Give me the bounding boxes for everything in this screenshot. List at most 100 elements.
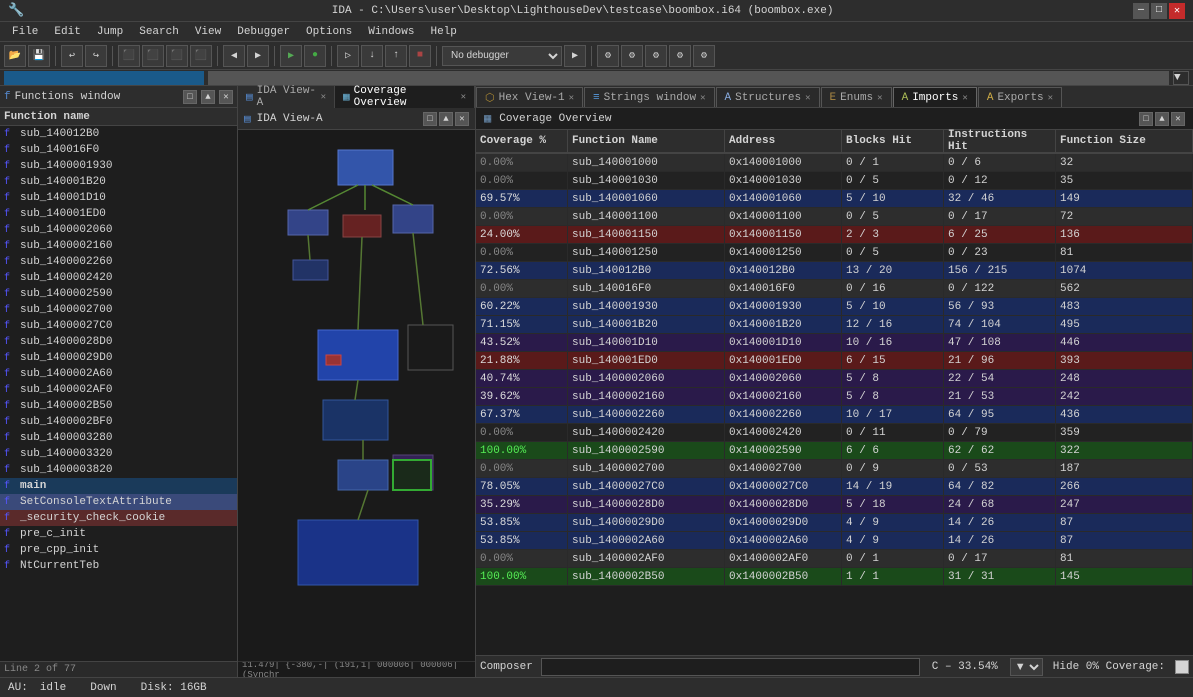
table-row[interactable]: 100.00%sub_1400002B500x1400002B501 / 131… (476, 568, 1193, 586)
tb-extra5[interactable]: ⚙ (693, 45, 715, 67)
table-row[interactable]: 53.85%sub_1400002A600x1400002A604 / 914 … (476, 532, 1193, 550)
cov-snap-btn[interactable]: □ (1139, 112, 1153, 126)
table-row[interactable]: 53.85%sub_14000029D00x14000029D04 / 914 … (476, 514, 1193, 532)
table-row[interactable]: 39.62%sub_14000021600x1400021605 / 821 /… (476, 388, 1193, 406)
func-sub_1400003820[interactable]: fsub_1400003820 (0, 462, 237, 478)
maximize-button[interactable]: □ (1151, 3, 1167, 19)
func-NtCurrentTeb[interactable]: fNtCurrentTeb (0, 558, 237, 574)
tb-fwd[interactable]: ▶ (247, 45, 269, 67)
func-sub_14000029D0[interactable]: fsub_14000029D0 (0, 350, 237, 366)
table-row[interactable]: 0.00%sub_1400010000x1400010000 / 10 / 63… (476, 154, 1193, 172)
table-row[interactable]: 0.00%sub_1400011000x1400011000 / 50 / 17… (476, 208, 1193, 226)
enums-close[interactable]: ✕ (877, 93, 882, 103)
structures-close[interactable]: ✕ (805, 93, 810, 103)
ida-snap-btn[interactable]: □ (423, 112, 437, 126)
func-sub_140001ED0[interactable]: fsub_140001ED0 (0, 206, 237, 222)
cov-close-btn[interactable]: ✕ (1171, 112, 1185, 126)
func-sub_1400003320[interactable]: fsub_1400003320 (0, 446, 237, 462)
tb-b4[interactable]: ⬛ (190, 45, 212, 67)
tab-hex-view-1[interactable]: ⬡ Hex View-1 ✕ (476, 87, 583, 107)
coverage-close[interactable]: ✕ (461, 92, 466, 102)
menu-options[interactable]: Options (298, 22, 360, 42)
strings-close[interactable]: ✕ (700, 93, 705, 103)
tb-b3[interactable]: ⬛ (166, 45, 188, 67)
tb-step-over[interactable]: ▷ (337, 45, 359, 67)
func-sub_140001D10[interactable]: fsub_140001D10 (0, 190, 237, 206)
table-row[interactable]: 0.00%sub_1400012500x1400012500 / 50 / 23… (476, 244, 1193, 262)
table-row[interactable]: 71.15%sub_140001B200x140001B2012 / 1674 … (476, 316, 1193, 334)
table-row[interactable]: 0.00%sub_1400002AF00x1400002AF00 / 10 / … (476, 550, 1193, 568)
ida-view-close[interactable]: ✕ (321, 92, 326, 102)
functions-panel-max[interactable]: ▲ (201, 90, 215, 104)
func-sub_14000028D0[interactable]: fsub_14000028D0 (0, 334, 237, 350)
tab-structures[interactable]: A Structures ✕ (716, 87, 820, 107)
table-row[interactable]: 24.00%sub_1400011500x1400011502 / 36 / 2… (476, 226, 1193, 244)
tab-strings-window[interactable]: ≡ Strings window ✕ (584, 87, 714, 107)
imports-close[interactable]: ✕ (962, 93, 967, 103)
tb-extra1[interactable]: ⚙ (597, 45, 619, 67)
tb-b1[interactable]: ⬛ (118, 45, 140, 67)
table-row[interactable]: 72.56%sub_140012B00x140012B013 / 20156 /… (476, 262, 1193, 280)
nav-bar-end[interactable]: ▼ (1173, 71, 1189, 85)
func-sub_1400002B50[interactable]: fsub_1400002B50 (0, 398, 237, 414)
composer-input[interactable] (541, 658, 920, 676)
func-sub_1400002BF0[interactable]: fsub_1400002BF0 (0, 414, 237, 430)
functions-panel-close[interactable]: ✕ (219, 90, 233, 104)
func-sub_1400002260[interactable]: fsub_1400002260 (0, 254, 237, 270)
table-row[interactable]: 40.74%sub_14000020600x1400020605 / 822 /… (476, 370, 1193, 388)
tb-undo[interactable]: ↩ (61, 45, 83, 67)
tb-step-out[interactable]: ↑ (385, 45, 407, 67)
tab-enums[interactable]: E Enums ✕ (821, 87, 892, 107)
func-sub_140001B20[interactable]: fsub_140001B20 (0, 174, 237, 190)
table-row[interactable]: 0.00%sub_14000027000x1400027000 / 90 / 5… (476, 460, 1193, 478)
menu-jump[interactable]: Jump (89, 22, 131, 42)
ida-close-btn[interactable]: ✕ (455, 112, 469, 126)
coverage-dot[interactable] (1175, 660, 1189, 674)
close-button[interactable]: ✕ (1169, 3, 1185, 19)
menu-edit[interactable]: Edit (46, 22, 88, 42)
cov-max-btn[interactable]: ▲ (1155, 112, 1169, 126)
tb-extra3[interactable]: ⚙ (645, 45, 667, 67)
table-row[interactable]: 100.00%sub_14000025900x1400025906 / 662 … (476, 442, 1193, 460)
tab-exports[interactable]: A Exports ✕ (978, 87, 1062, 107)
tb-save[interactable]: 💾 (28, 45, 50, 67)
tb-dot[interactable]: ● (304, 45, 326, 67)
tb-redo[interactable]: ↪ (85, 45, 107, 67)
func-sub_140012B0[interactable]: fsub_140012B0 (0, 126, 237, 142)
func-security_check_cookie[interactable]: f_security_check_cookie (0, 510, 237, 526)
func-sub_1400002AF0[interactable]: fsub_1400002AF0 (0, 382, 237, 398)
func-sub_1400002700[interactable]: fsub_1400002700 (0, 302, 237, 318)
func-sub_1400003280[interactable]: fsub_1400003280 (0, 430, 237, 446)
debugger-selector[interactable]: No debugger (442, 46, 562, 66)
func-sub_1400001930[interactable]: fsub_1400001930 (0, 158, 237, 174)
tb-back[interactable]: ◀ (223, 45, 245, 67)
exports-close[interactable]: ✕ (1048, 93, 1053, 103)
menu-file[interactable]: File (4, 22, 46, 42)
func-sub_1400002590[interactable]: fsub_1400002590 (0, 286, 237, 302)
ida-graph-view[interactable] (238, 130, 475, 661)
tb-open[interactable]: 📂 (4, 45, 26, 67)
func-sub_1400002420[interactable]: fsub_1400002420 (0, 270, 237, 286)
tb-extra4[interactable]: ⚙ (669, 45, 691, 67)
table-row[interactable]: 69.57%sub_1400010600x1400010605 / 1032 /… (476, 190, 1193, 208)
coverage-selector[interactable]: ▼ (1010, 658, 1043, 676)
minimize-button[interactable]: — (1133, 3, 1149, 19)
table-row[interactable]: 67.37%sub_14000022600x14000226010 / 1764… (476, 406, 1193, 424)
tb-run[interactable]: ▶ (280, 45, 302, 67)
table-row[interactable]: 60.22%sub_1400019300x1400019305 / 1056 /… (476, 298, 1193, 316)
func-sub_14000027C0[interactable]: fsub_14000027C0 (0, 318, 237, 334)
functions-panel-snap[interactable]: □ (183, 90, 197, 104)
menu-windows[interactable]: Windows (360, 22, 422, 42)
hex-close[interactable]: ✕ (569, 93, 574, 103)
func-pre_c_init[interactable]: fpre_c_init (0, 526, 237, 542)
menu-help[interactable]: Help (422, 22, 464, 42)
tb-stop[interactable]: ■ (409, 45, 431, 67)
menu-view[interactable]: View (187, 22, 229, 42)
table-row[interactable]: 0.00%sub_140016F00x140016F00 / 160 / 122… (476, 280, 1193, 298)
table-row[interactable]: 35.29%sub_14000028D00x14000028D05 / 1824… (476, 496, 1193, 514)
menu-search[interactable]: Search (131, 22, 187, 42)
table-row[interactable]: 21.88%sub_140001ED00x140001ED06 / 1521 /… (476, 352, 1193, 370)
table-row[interactable]: 0.00%sub_14000024200x1400024200 / 110 / … (476, 424, 1193, 442)
tb-step-into[interactable]: ↓ (361, 45, 383, 67)
tb-b2[interactable]: ⬛ (142, 45, 164, 67)
